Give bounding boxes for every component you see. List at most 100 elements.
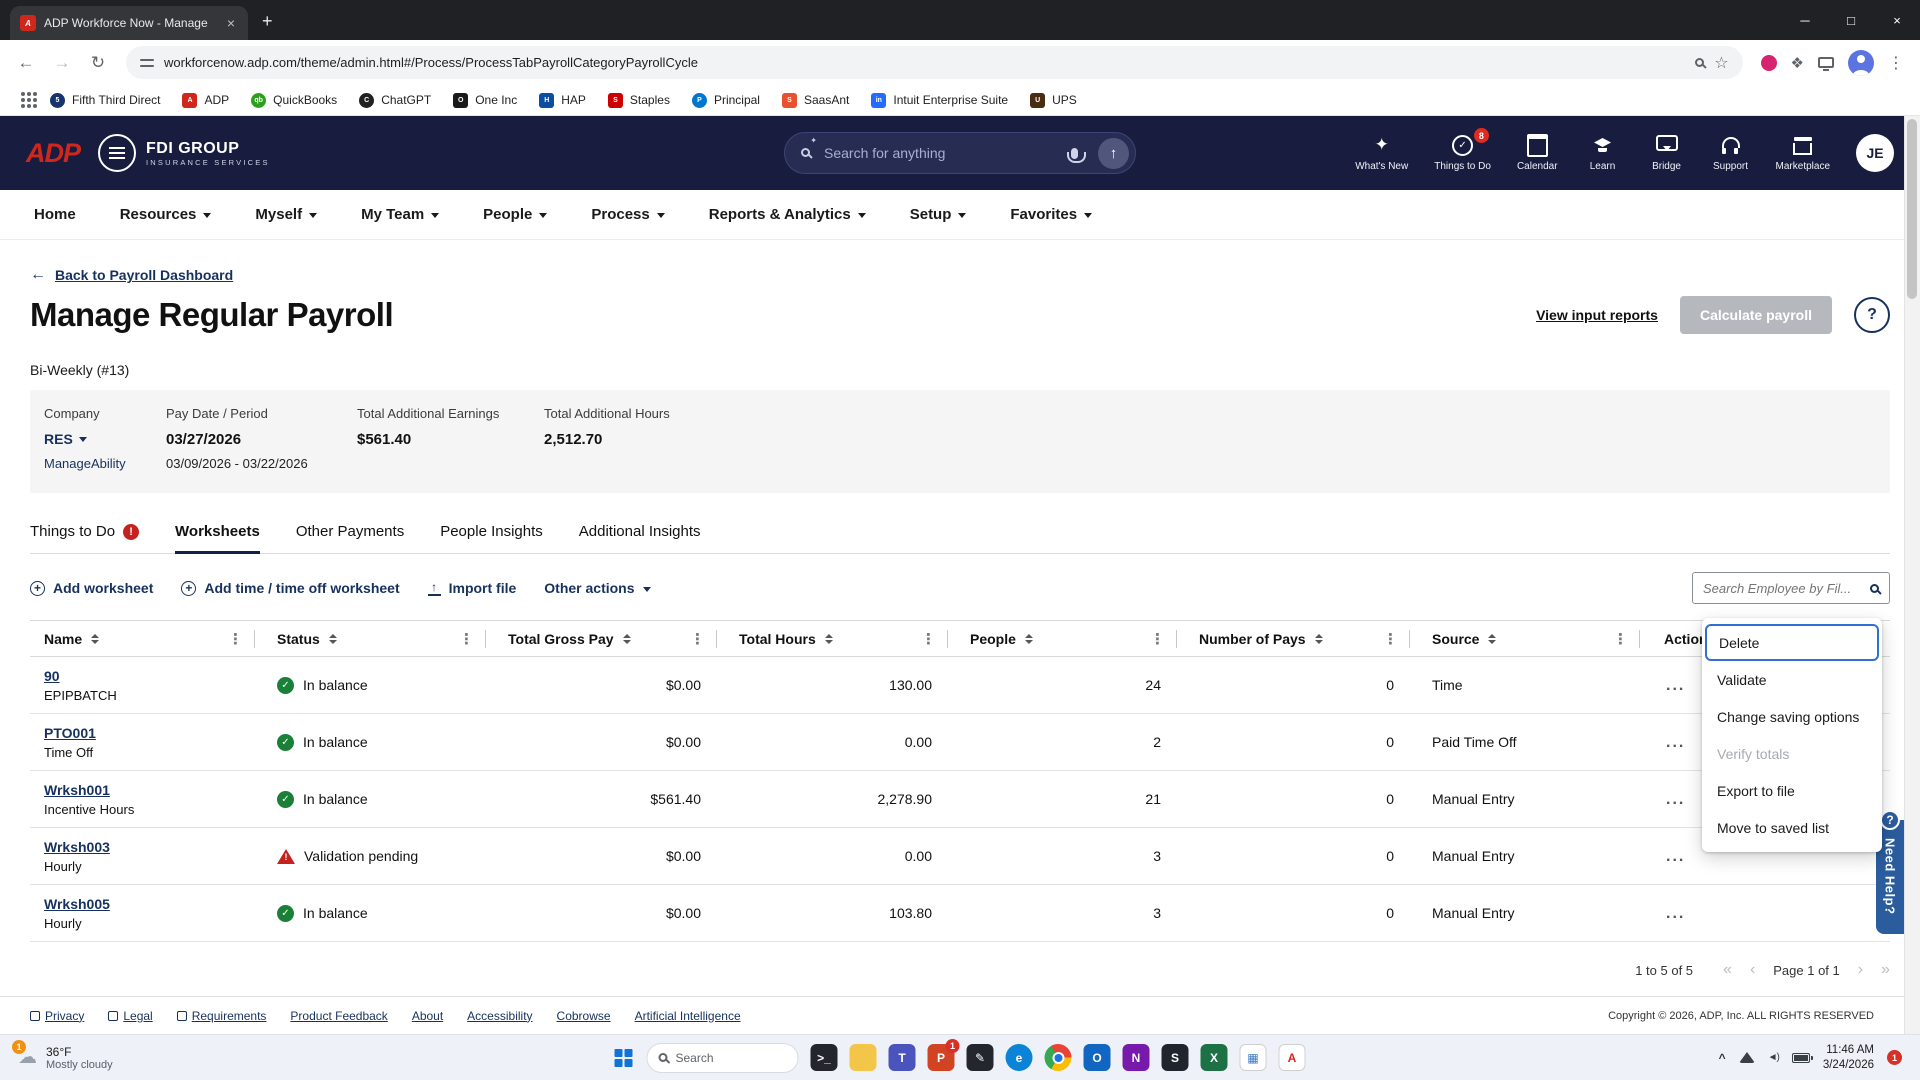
bookmark-item[interactable]: O One Inc xyxy=(453,92,517,108)
column-header[interactable]: Total Gross Pay ⋮ xyxy=(486,621,717,657)
footer-link[interactable]: Privacy xyxy=(30,1009,84,1023)
footer-link[interactable]: Accessibility xyxy=(467,1009,532,1023)
minimize-button[interactable]: ─ xyxy=(1782,0,1828,40)
bookmark-item[interactable]: in Intuit Enterprise Suite xyxy=(871,92,1008,108)
header-icon[interactable]: What's New xyxy=(1355,134,1408,172)
bookmark-item[interactable]: C ChatGPT xyxy=(359,92,431,108)
dev-app-icon[interactable]: S xyxy=(1161,1044,1189,1071)
footer-link[interactable]: Cobrowse xyxy=(557,1009,611,1023)
nav-reports-analytics[interactable]: Reports & Analytics xyxy=(709,206,866,223)
pinned-extension-icon[interactable] xyxy=(1760,54,1777,71)
bookmark-item[interactable]: A ADP xyxy=(182,92,229,108)
column-menu-icon[interactable]: ⋮ xyxy=(921,630,936,648)
nav-favorites[interactable]: Favorites xyxy=(1010,206,1093,223)
terminal-icon[interactable]: >_ xyxy=(810,1044,838,1071)
bookmark-item[interactable]: P Principal xyxy=(691,92,760,108)
excel-icon[interactable]: X xyxy=(1200,1044,1228,1071)
column-header[interactable]: People ⋮ xyxy=(948,621,1177,657)
column-header[interactable]: Name ⋮ xyxy=(30,621,255,657)
footer-link[interactable]: Requirements xyxy=(176,1009,266,1023)
scrollbar-track[interactable] xyxy=(1904,116,1920,1034)
previous-page-icon[interactable]: ‹ xyxy=(1750,961,1755,979)
row-actions-button[interactable]: ... xyxy=(1666,905,1685,922)
wifi-icon[interactable] xyxy=(1738,1052,1755,1063)
sort-icon[interactable] xyxy=(622,634,631,644)
close-button[interactable]: × xyxy=(1874,0,1920,40)
back-to-payroll-dashboard-link[interactable]: Back to Payroll Dashboard xyxy=(55,267,233,283)
last-page-icon[interactable]: » xyxy=(1881,961,1890,979)
first-page-icon[interactable]: « xyxy=(1723,961,1732,979)
view-input-reports-link[interactable]: View input reports xyxy=(1536,307,1658,323)
volume-icon[interactable]: ◄) xyxy=(1768,1052,1780,1063)
extensions-icon[interactable]: ❖ xyxy=(1791,54,1804,72)
tab-things-to-do[interactable]: Things to Do xyxy=(30,523,140,553)
nav-people[interactable]: People xyxy=(483,206,548,223)
device-icon[interactable] xyxy=(1818,57,1834,71)
header-icon[interactable]: 8 Things to Do xyxy=(1434,128,1491,172)
tray-expand-icon[interactable]: ^ xyxy=(1719,1051,1726,1065)
column-header[interactable]: Status ⋮ xyxy=(255,621,486,657)
tab-people-insights[interactable]: People Insights xyxy=(440,523,543,553)
add-time-worksheet-button[interactable]: Add time / time off worksheet xyxy=(181,580,400,596)
column-menu-icon[interactable]: ⋮ xyxy=(1613,630,1628,648)
url-bar[interactable]: workforcenow.adp.com/theme/admin.html#/P… xyxy=(126,46,1743,79)
footer-link[interactable]: Legal xyxy=(108,1009,153,1023)
taskbar-clock[interactable]: 11:46 AM 3/24/2026 xyxy=(1823,1043,1874,1073)
apps-grid-icon[interactable] xyxy=(21,98,25,102)
column-menu-icon[interactable]: ⋮ xyxy=(459,630,474,648)
calculate-payroll-button[interactable]: Calculate payroll xyxy=(1679,296,1832,334)
menu-item-move-to-saved-list[interactable]: Move to saved list xyxy=(1702,809,1882,846)
employee-search-input[interactable] xyxy=(1703,580,1862,596)
teams-icon[interactable]: T xyxy=(888,1044,916,1071)
row-actions-button[interactable]: ... xyxy=(1666,791,1685,808)
user-avatar[interactable]: JE xyxy=(1856,134,1894,172)
nav-home[interactable]: Home xyxy=(34,206,76,223)
company-dropdown[interactable]: RES xyxy=(44,431,166,447)
footer-link[interactable]: Artificial Intelligence xyxy=(635,1009,741,1023)
row-actions-button[interactable]: ... xyxy=(1666,848,1685,865)
calculator-icon[interactable]: ▦ xyxy=(1239,1044,1267,1071)
footer-link[interactable]: About xyxy=(412,1009,443,1023)
other-actions-dropdown[interactable]: Other actions xyxy=(544,580,651,596)
header-icon[interactable]: Support xyxy=(1712,134,1750,172)
sort-icon[interactable] xyxy=(328,634,337,644)
browser-profile-avatar[interactable] xyxy=(1848,49,1874,76)
add-worksheet-button[interactable]: Add worksheet xyxy=(30,580,153,596)
column-header[interactable]: Source ⋮ xyxy=(1410,621,1640,657)
column-header[interactable]: Total Hours ⋮ xyxy=(717,621,948,657)
search-icon[interactable] xyxy=(1870,583,1879,593)
powerpoint-icon[interactable]: P 1 xyxy=(927,1039,960,1071)
menu-item-verify-totals[interactable]: Verify totals xyxy=(1702,735,1882,772)
menu-item-delete[interactable]: Delete xyxy=(1705,624,1879,661)
onenote-icon[interactable]: N xyxy=(1122,1044,1150,1071)
tab-close-icon[interactable]: × xyxy=(224,15,238,31)
row-actions-button[interactable]: ... xyxy=(1666,734,1685,751)
column-menu-icon[interactable]: ⋮ xyxy=(1150,630,1165,648)
chrome-icon[interactable] xyxy=(1044,1044,1072,1071)
sort-icon[interactable] xyxy=(1488,634,1497,644)
battery-icon[interactable] xyxy=(1791,1052,1813,1063)
header-icon[interactable]: Marketplace xyxy=(1776,134,1830,172)
nav-my-team[interactable]: My Team xyxy=(361,206,440,223)
nav-resources[interactable]: Resources xyxy=(120,206,212,223)
menu-item-validate[interactable]: Validate xyxy=(1702,661,1882,698)
column-menu-icon[interactable]: ⋮ xyxy=(690,630,705,648)
pen-app-icon[interactable]: ✎ xyxy=(966,1044,994,1071)
worksheet-link[interactable]: Wrksh001 xyxy=(44,782,110,798)
bookmark-item[interactable]: 5 Fifth Third Direct xyxy=(50,92,160,108)
bookmark-item[interactable]: U UPS xyxy=(1030,92,1077,108)
scrollbar-thumb[interactable] xyxy=(1907,119,1917,299)
menu-item-change-saving-options[interactable]: Change saving options xyxy=(1702,698,1882,735)
menu-item-export-to-file[interactable]: Export to file xyxy=(1702,772,1882,809)
next-page-icon[interactable]: › xyxy=(1858,961,1863,979)
sort-icon[interactable] xyxy=(1314,634,1323,644)
new-tab-button[interactable]: + xyxy=(262,11,273,32)
nav-setup[interactable]: Setup xyxy=(910,206,967,223)
global-search-input[interactable]: ✦ Search for anything ↑ xyxy=(784,132,1136,174)
start-button-icon[interactable] xyxy=(614,1048,633,1067)
browser-menu-icon[interactable]: ⋮ xyxy=(1888,53,1904,73)
url-text[interactable]: workforcenow.adp.com/theme/admin.html#/P… xyxy=(164,55,1685,70)
weather-widget[interactable]: 1 ☁ 36°F Mostly cloudy xyxy=(12,1039,113,1071)
header-icon[interactable]: Learn xyxy=(1584,134,1622,172)
sort-icon[interactable] xyxy=(91,634,100,644)
